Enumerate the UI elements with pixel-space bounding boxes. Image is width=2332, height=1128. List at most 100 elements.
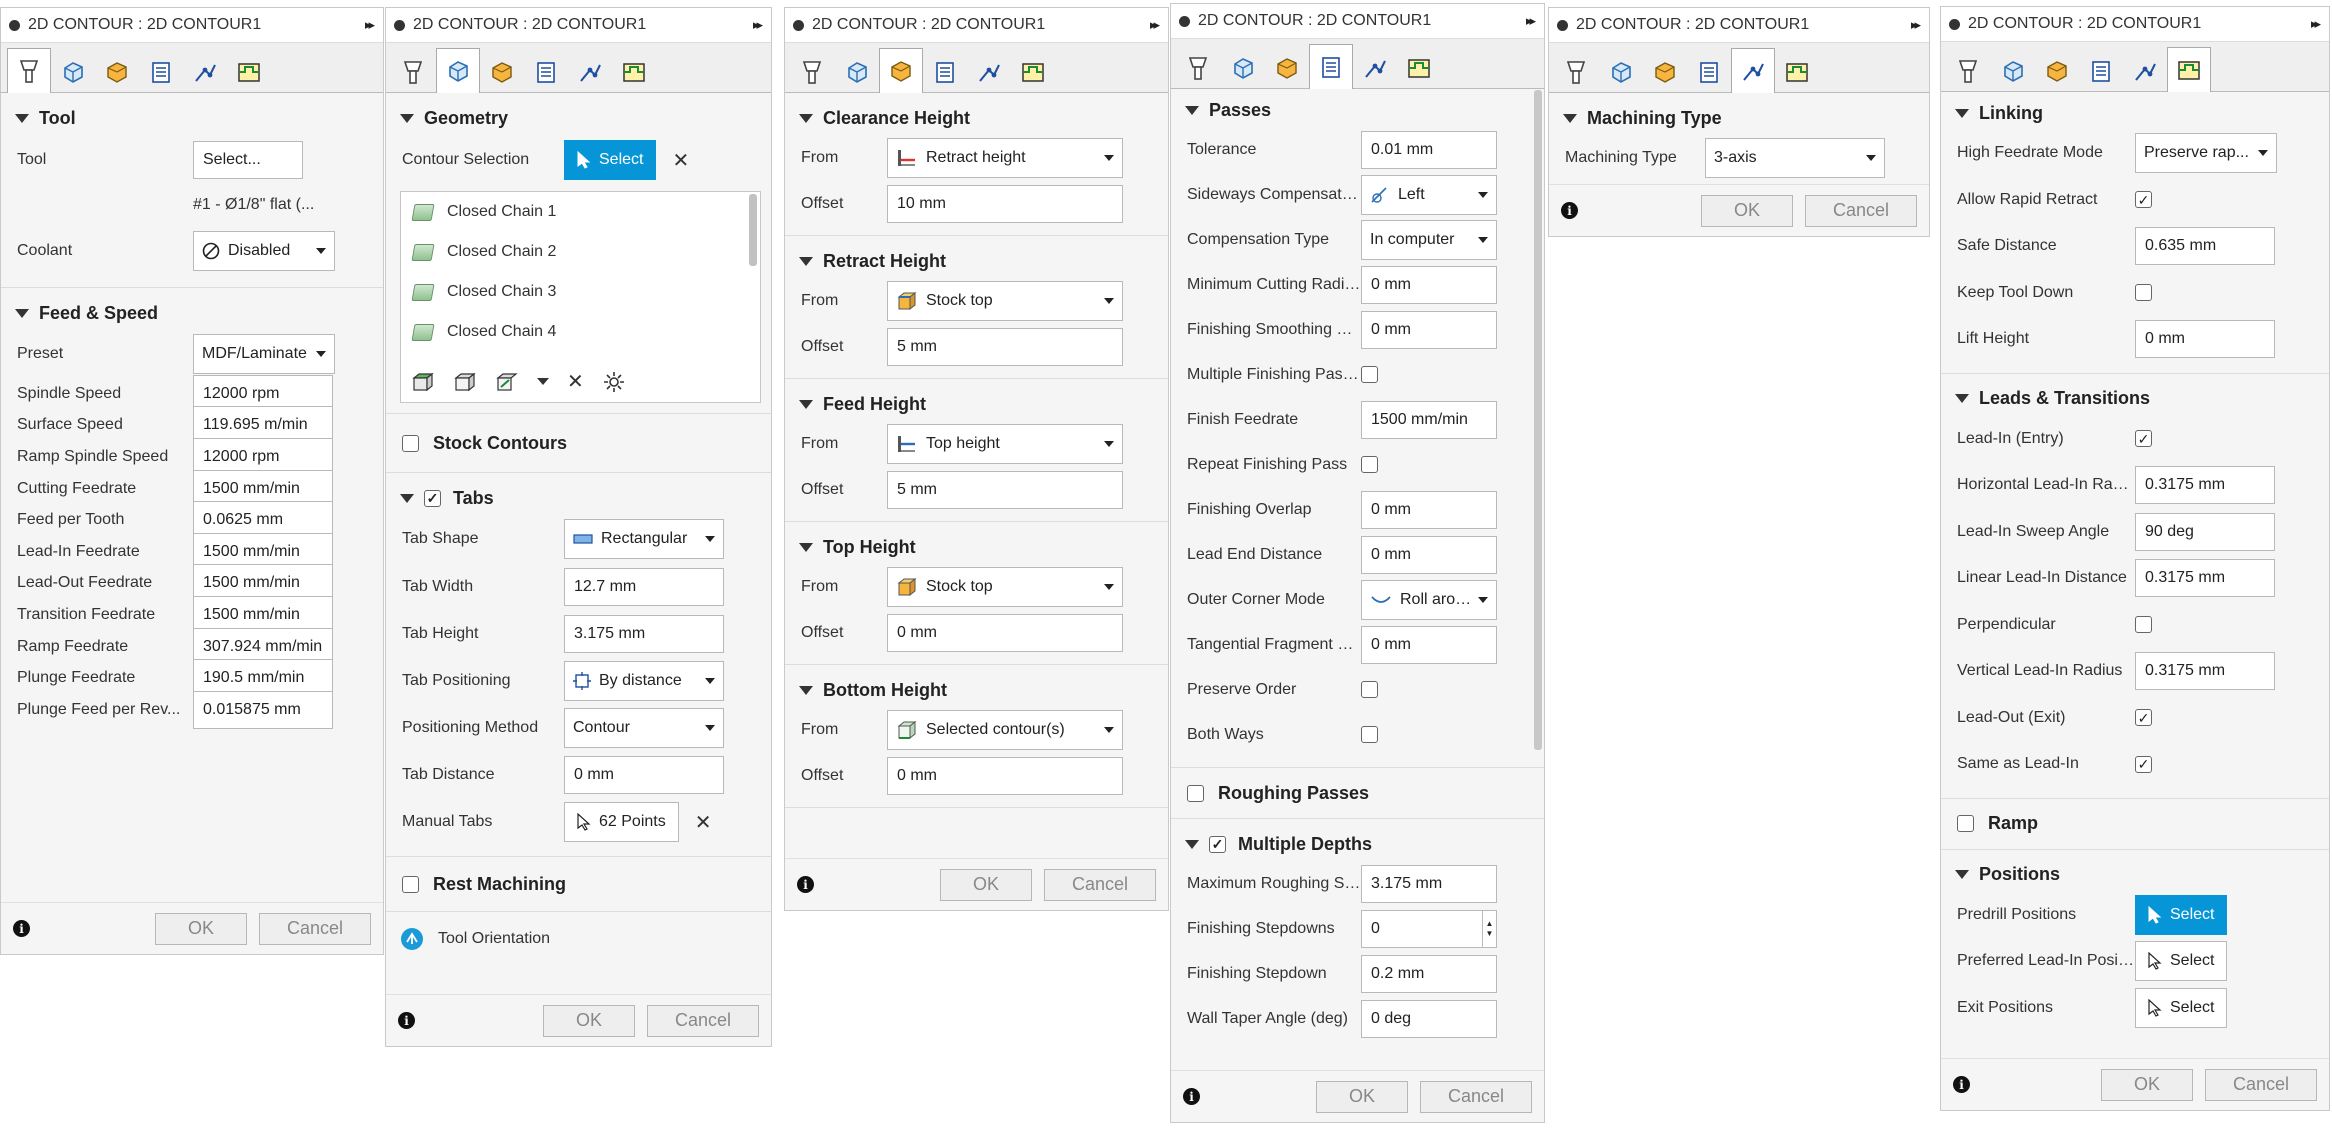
ok-button[interactable]: OK xyxy=(1316,1080,1408,1113)
stepper-arrows-icon[interactable]: ▲ ▼ xyxy=(1482,910,1496,947)
chain-item[interactable]: Closed Chain 3 xyxy=(401,272,760,312)
exit-select-button[interactable]: Select xyxy=(2135,987,2228,1028)
cancel-button[interactable]: Cancel xyxy=(647,1004,759,1037)
tool-orientation-row[interactable]: Tool Orientation xyxy=(386,912,771,966)
pass-checkbox[interactable] xyxy=(1361,681,1378,698)
pass-dropdown[interactable]: In computer xyxy=(1361,219,1497,260)
collapse-arrow-icon[interactable] xyxy=(799,685,813,695)
chain-item[interactable]: Closed Chain 1 xyxy=(401,192,760,232)
chain-silhouette-icon[interactable] xyxy=(495,371,519,393)
tab-geometry[interactable] xyxy=(51,50,95,92)
tab-multiaxis[interactable] xyxy=(2167,47,2211,92)
expand-icon[interactable]: ▸▸ xyxy=(753,17,763,33)
feed-input[interactable]: 0.015875 mm xyxy=(193,690,333,729)
offset-input[interactable]: 0 mm xyxy=(887,757,1123,795)
expand-icon[interactable]: ▸▸ xyxy=(1150,17,1160,33)
chain-list[interactable]: Closed Chain 1 Closed Chain 2 Closed Chain… xyxy=(400,191,761,403)
ok-button[interactable]: OK xyxy=(155,912,247,945)
info-icon[interactable]: i xyxy=(1561,202,1578,219)
collapse-dot-icon[interactable] xyxy=(1949,18,1960,30)
pass-input[interactable]: 0 mm xyxy=(1361,625,1497,664)
roughing-passes-checkbox[interactable] xyxy=(1187,784,1204,802)
tab-height-input[interactable]: 3.175 mm xyxy=(564,614,724,653)
same-as-checkbox[interactable]: ✓ xyxy=(2135,755,2152,773)
offset-input[interactable]: 5 mm xyxy=(887,328,1123,366)
pass-dropdown[interactable]: Left xyxy=(1361,174,1497,215)
cancel-button[interactable]: Cancel xyxy=(1805,194,1917,227)
allow-rapid-checkbox[interactable]: ✓ xyxy=(2135,191,2152,209)
pass-input[interactable]: 0 mm xyxy=(1361,535,1497,574)
rest-machining-checkbox[interactable] xyxy=(402,875,419,893)
collapse-arrow-icon[interactable] xyxy=(15,113,29,123)
tab-multiaxis[interactable] xyxy=(1775,50,1819,92)
tab-tool[interactable] xyxy=(7,48,51,93)
pass-checkbox[interactable] xyxy=(1361,726,1378,743)
from-dropdown[interactable]: Retract height xyxy=(887,138,1123,178)
cancel-button[interactable]: Cancel xyxy=(2205,1068,2317,1101)
from-dropdown[interactable]: Top height xyxy=(887,424,1123,464)
tab-linking[interactable] xyxy=(568,50,612,92)
expand-icon[interactable]: ▸▸ xyxy=(1911,17,1921,33)
clear-tabs-icon[interactable]: ✕ xyxy=(695,810,712,835)
collapse-arrow-icon[interactable] xyxy=(1185,105,1199,115)
depth-input[interactable]: 0 ▲ ▼ xyxy=(1361,909,1497,948)
manual-tabs-button[interactable]: 62 Points xyxy=(564,802,679,842)
gear-icon[interactable] xyxy=(602,370,626,394)
pass-dropdown[interactable]: Roll arou... xyxy=(1361,579,1497,620)
machining-type-dropdown[interactable]: 3-axis xyxy=(1705,138,1885,178)
chain-options-arrow-icon[interactable] xyxy=(537,378,549,385)
offset-input[interactable]: 0 mm xyxy=(887,614,1123,652)
tab-heights[interactable] xyxy=(1265,46,1309,88)
expand-icon[interactable]: ▸▸ xyxy=(365,17,375,33)
safe-distance-input[interactable]: 0.635 mm xyxy=(2135,227,2275,266)
ok-button[interactable]: OK xyxy=(1701,194,1793,227)
collapse-dot-icon[interactable] xyxy=(9,19,20,31)
linear-distance-input[interactable]: 0.3175 mm xyxy=(2135,559,2275,598)
multiple-depths-checkbox[interactable]: ✓ xyxy=(1209,835,1226,853)
ramp-checkbox[interactable] xyxy=(1957,815,1974,832)
info-icon[interactable]: i xyxy=(1183,1088,1200,1105)
collapse-dot-icon[interactable] xyxy=(394,19,405,31)
tab-passes[interactable] xyxy=(1309,44,1353,89)
info-icon[interactable]: i xyxy=(398,1012,415,1029)
depth-input[interactable]: 0 deg xyxy=(1361,999,1497,1038)
tab-geometry[interactable] xyxy=(1221,46,1265,88)
preferred-lead-in-select-button[interactable]: Select xyxy=(2135,941,2228,982)
chain-remove-icon[interactable]: ✕ xyxy=(567,369,584,394)
keep-tool-down-checkbox[interactable] xyxy=(2135,284,2152,302)
tab-positioning-dropdown[interactable]: By distance xyxy=(564,660,724,701)
positioning-method-dropdown[interactable]: Contour xyxy=(564,707,724,748)
sweep-angle-input[interactable]: 90 deg xyxy=(2135,512,2275,551)
perpendicular-checkbox[interactable] xyxy=(2135,616,2152,634)
collapse-arrow-icon[interactable] xyxy=(1563,113,1577,123)
tab-shape-dropdown[interactable]: Rectangular xyxy=(564,519,724,559)
tab-multiaxis[interactable] xyxy=(612,50,656,92)
tab-width-input[interactable]: 12.7 mm xyxy=(564,567,724,606)
collapse-arrow-icon[interactable] xyxy=(1955,108,1969,118)
ok-button[interactable]: OK xyxy=(2101,1068,2193,1101)
expand-icon[interactable]: ▸▸ xyxy=(2311,16,2321,32)
tab-linking[interactable] xyxy=(183,50,227,92)
info-icon[interactable]: i xyxy=(797,876,814,893)
pass-input[interactable]: 0.01 mm xyxy=(1361,130,1497,169)
cancel-button[interactable]: Cancel xyxy=(1044,868,1156,901)
tab-passes[interactable] xyxy=(139,50,183,92)
collapse-arrow-icon[interactable] xyxy=(799,256,813,266)
lift-height-input[interactable]: 0 mm xyxy=(2135,320,2275,359)
ok-button[interactable]: OK xyxy=(940,868,1032,901)
collapse-arrow-icon[interactable] xyxy=(799,399,813,409)
pass-checkbox[interactable] xyxy=(1361,456,1378,473)
tab-geometry[interactable] xyxy=(1991,49,2035,91)
depth-input[interactable]: 3.175 mm xyxy=(1361,864,1497,903)
tab-heights[interactable] xyxy=(1643,50,1687,92)
lead-out-checkbox[interactable]: ✓ xyxy=(2135,709,2152,727)
chain-add-icon[interactable] xyxy=(411,372,435,392)
collapse-arrow-icon[interactable] xyxy=(799,113,813,123)
predrill-select-button[interactable]: Select xyxy=(2135,894,2228,935)
tab-heights[interactable] xyxy=(95,50,139,92)
pass-checkbox[interactable] xyxy=(1361,366,1378,383)
tab-tool[interactable] xyxy=(392,50,436,92)
pass-input[interactable]: 0 mm xyxy=(1361,490,1497,529)
collapse-dot-icon[interactable] xyxy=(1179,15,1190,27)
stock-contours-checkbox[interactable] xyxy=(402,434,419,452)
